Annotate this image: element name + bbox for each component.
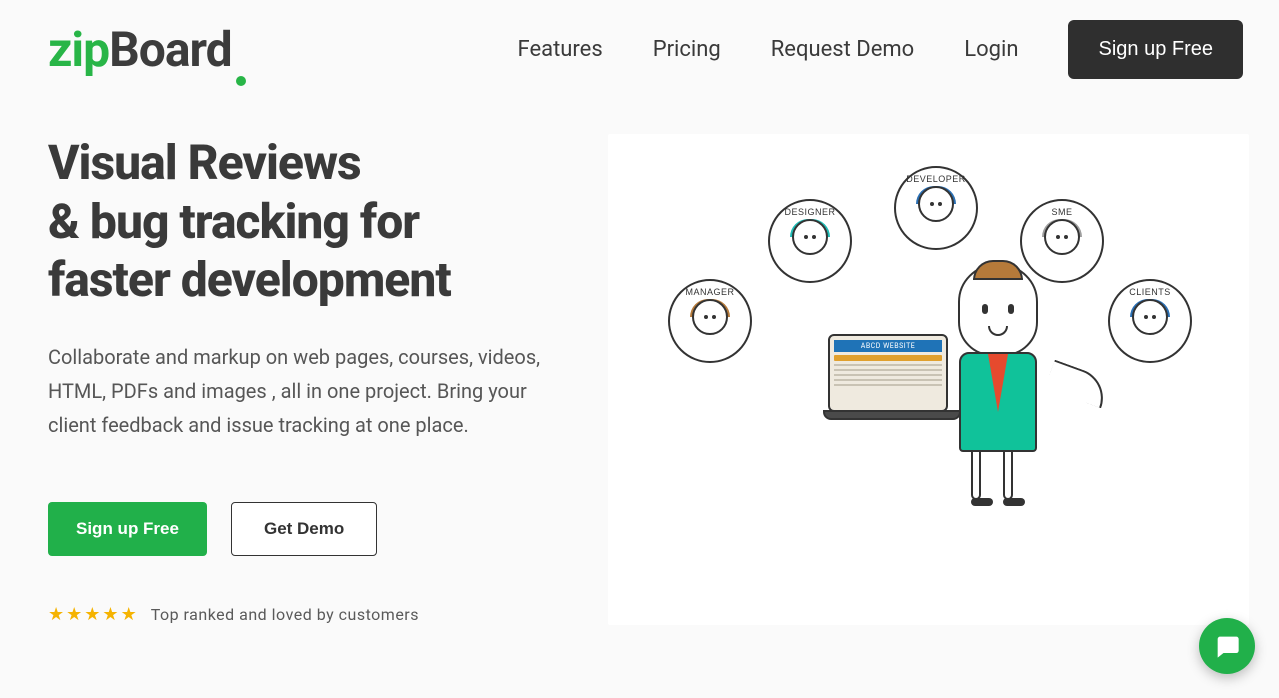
- logo-part1: zip: [48, 21, 109, 78]
- star-icon: ★: [121, 604, 137, 625]
- hero-title: Visual Reviews & bug tracking for faster…: [48, 134, 588, 310]
- nav-pricing[interactable]: Pricing: [653, 37, 721, 62]
- main-nav: Features Pricing Request Demo Login Sign…: [518, 20, 1243, 79]
- avatar-face-icon: [918, 186, 954, 222]
- avatar-label: DEVELOPER: [906, 174, 966, 184]
- avatar-developer: DEVELOPER: [894, 166, 978, 250]
- avatar-label: CLIENTS: [1129, 287, 1171, 297]
- avatar-designer: DESIGNER: [768, 199, 852, 283]
- star-icon: ★: [48, 604, 64, 625]
- hero-title-line3: faster development: [48, 251, 451, 308]
- logo-dot-icon: [236, 76, 246, 86]
- avatar-face-icon: [1044, 219, 1080, 255]
- logo[interactable]: zipBoard: [48, 26, 246, 74]
- hero-illustration: MANAGER DESIGNER DEVELOPER SME CLIENTS: [608, 134, 1249, 625]
- avatar-label: SME: [1051, 207, 1072, 217]
- star-icon: ★: [66, 604, 82, 625]
- logo-part2: Board: [109, 21, 232, 78]
- nav-login[interactable]: Login: [964, 37, 1018, 62]
- star-icon: ★: [102, 604, 118, 625]
- avatar-face-icon: [792, 219, 828, 255]
- avatar-label: DESIGNER: [784, 207, 835, 217]
- nav-features[interactable]: Features: [518, 37, 603, 62]
- hero-title-line2: & bug tracking for: [48, 193, 419, 250]
- nav-request-demo[interactable]: Request Demo: [771, 37, 914, 62]
- chat-icon: [1213, 632, 1241, 660]
- hero-title-line1: Visual Reviews: [48, 134, 361, 191]
- rating-text: Top ranked and loved by customers: [151, 605, 419, 624]
- star-icon: ★: [84, 604, 100, 625]
- avatar-face-icon: [692, 299, 728, 335]
- nav-signup-button[interactable]: Sign up Free: [1068, 20, 1243, 79]
- rating-stars: ★ ★ ★ ★ ★: [48, 604, 137, 625]
- avatar-face-icon: [1132, 299, 1168, 335]
- hero-getdemo-button[interactable]: Get Demo: [231, 502, 377, 556]
- avatar-manager: MANAGER: [668, 279, 752, 363]
- avatar-clients: CLIENTS: [1108, 279, 1192, 363]
- hero-signup-button[interactable]: Sign up Free: [48, 502, 207, 556]
- hero-subtitle: Collaborate and markup on web pages, cou…: [48, 340, 568, 442]
- rating-row: ★ ★ ★ ★ ★ Top ranked and loved by custom…: [48, 604, 588, 625]
- avatar-label: MANAGER: [685, 287, 734, 297]
- chat-launcher-button[interactable]: [1199, 618, 1255, 674]
- main-character-icon: [908, 264, 1088, 524]
